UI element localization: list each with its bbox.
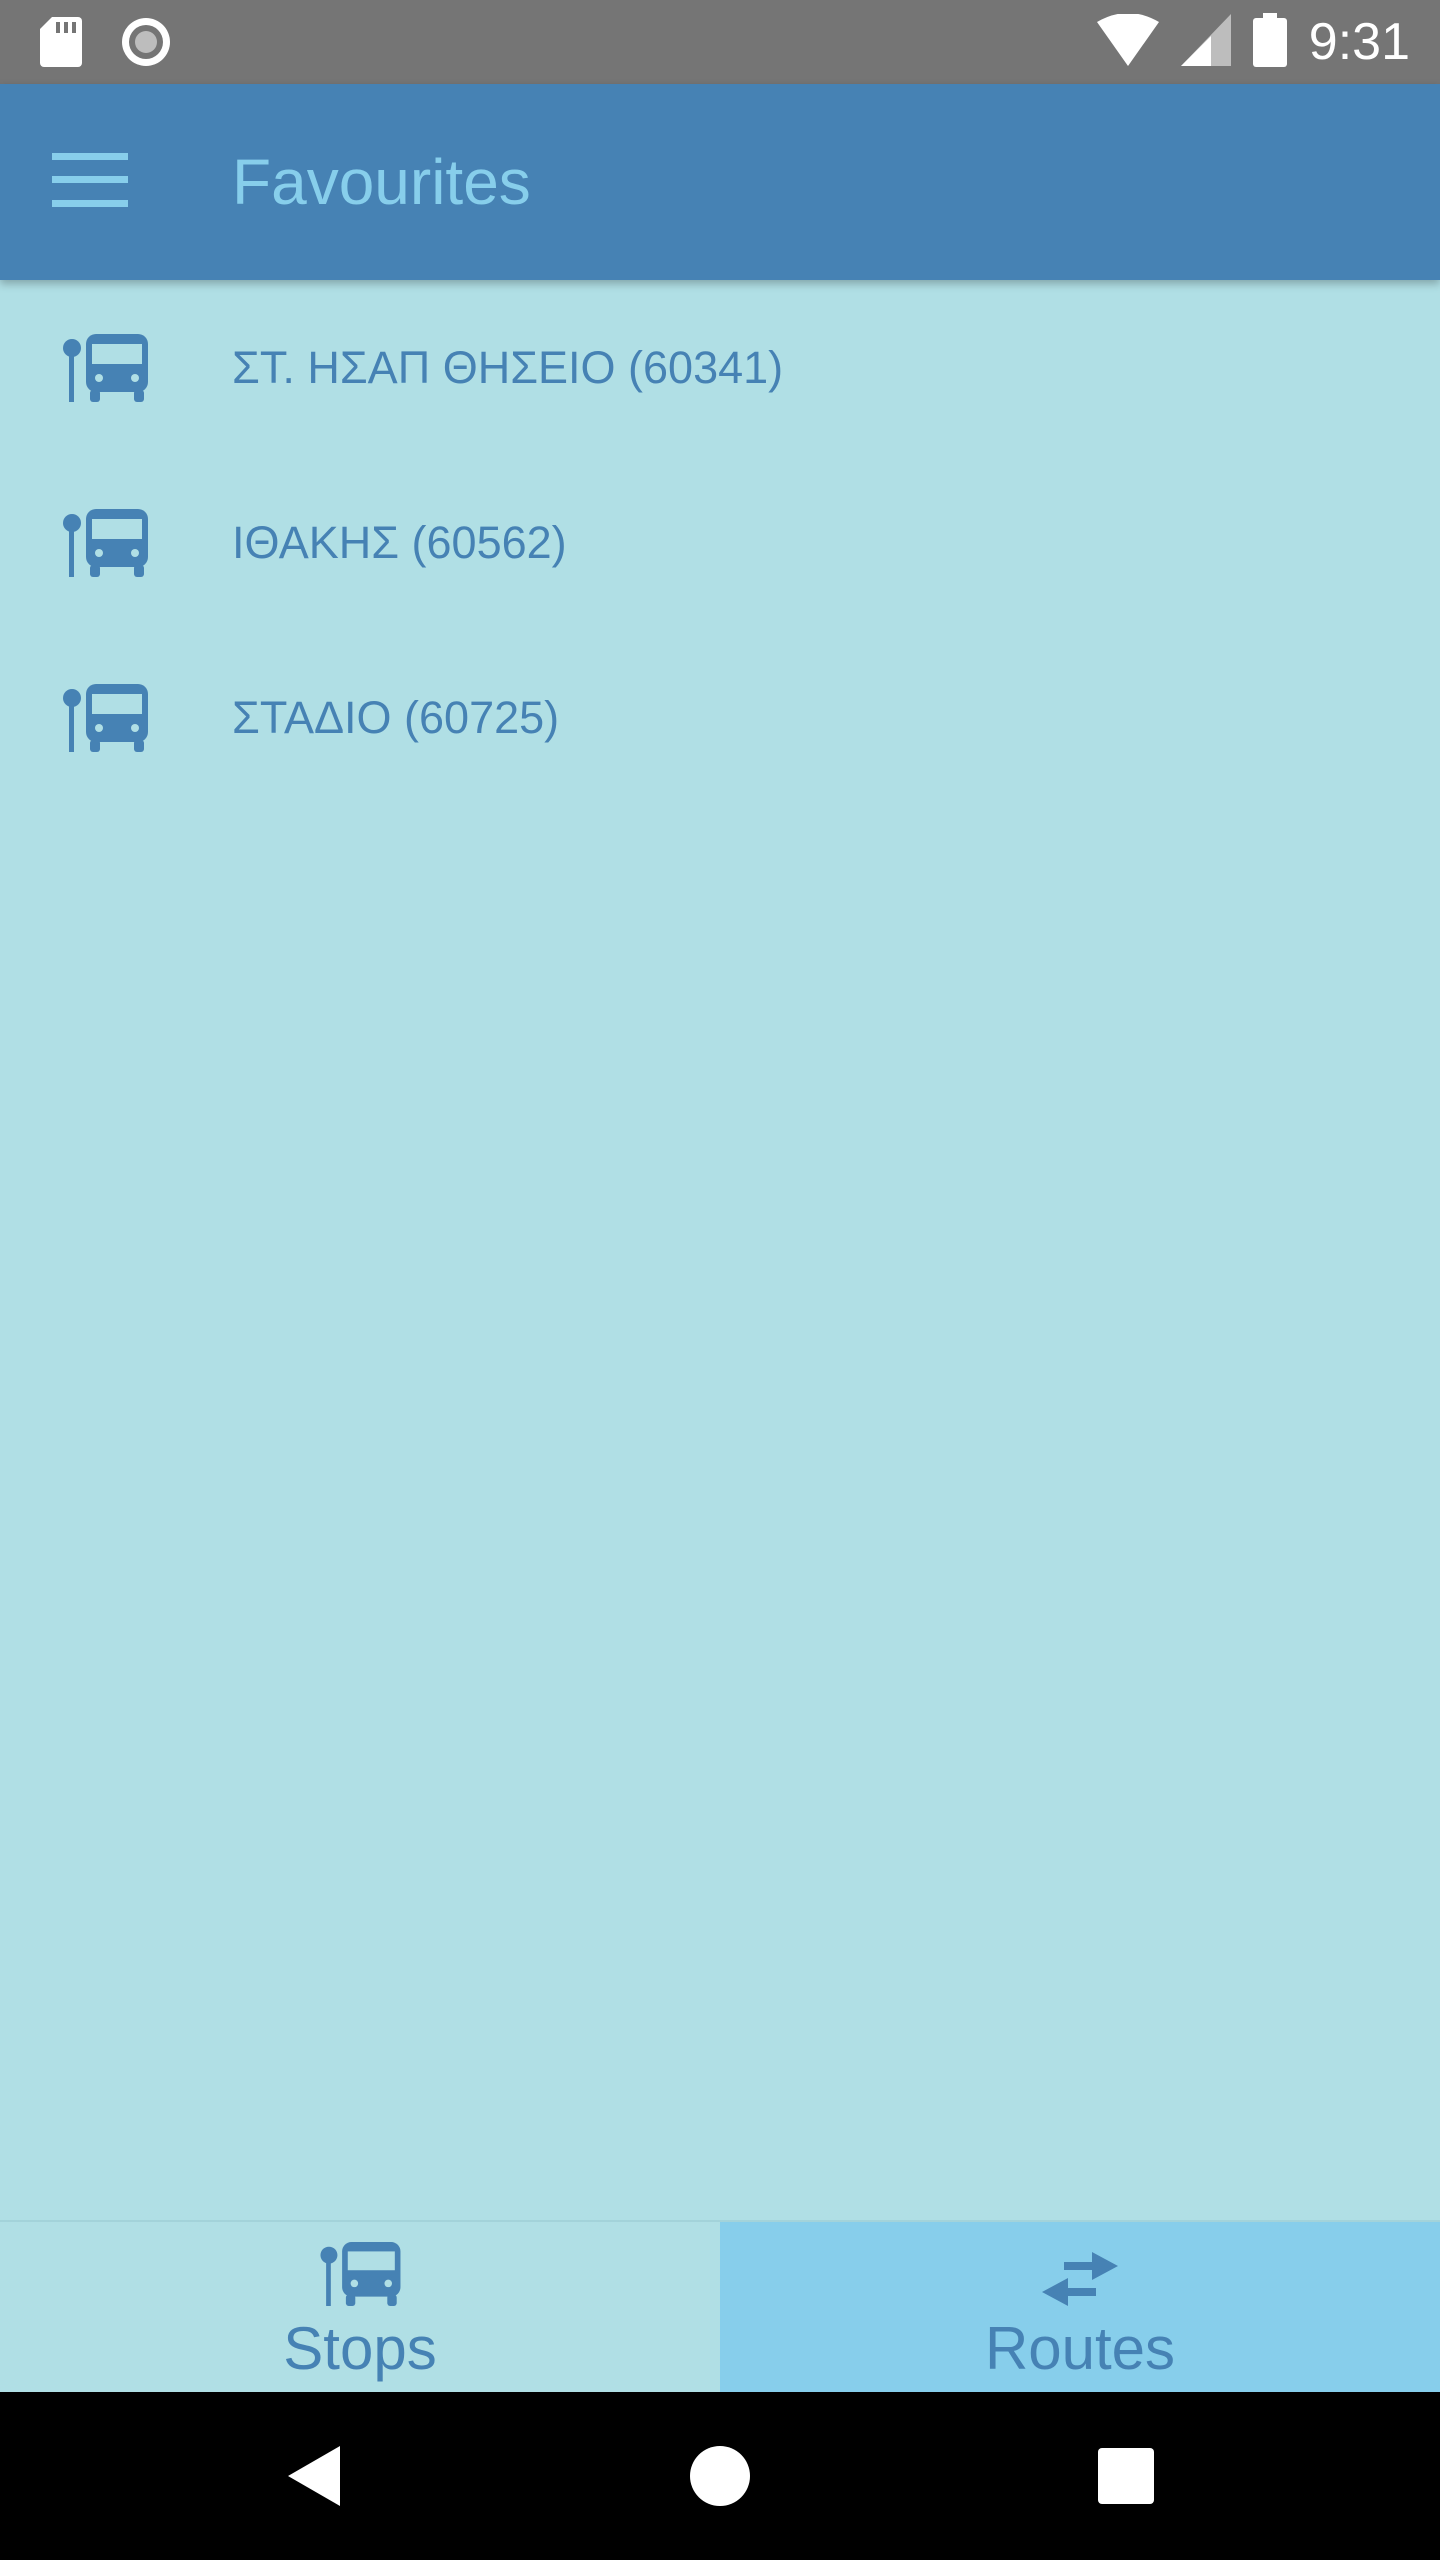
- back-icon[interactable]: [276, 2436, 356, 2516]
- signal-icon: [1180, 13, 1231, 71]
- swap-arrows-icon: [1042, 2252, 1118, 2311]
- stop-name: ΙΘΑΚΗΣ (60562): [232, 517, 567, 568]
- bus-stop-icon: [62, 334, 148, 402]
- list-item[interactable]: ΣΤΑΔΙΟ (60725): [0, 630, 1440, 805]
- status-time: 9:31: [1308, 13, 1410, 71]
- stop-name: ΣΤ. ΗΣΑΠ ΘΗΣΕΙΟ (60341): [232, 342, 784, 393]
- system-navigation-bar: [0, 2392, 1440, 2560]
- wifi-icon: [1096, 12, 1159, 71]
- stop-name: ΣΤΑΔΙΟ (60725): [232, 692, 560, 743]
- tab-stops-label: Stops: [283, 2315, 437, 2382]
- status-bar-left: [40, 16, 172, 73]
- status-bar-right: 9:31: [1096, 12, 1410, 72]
- bottom-navigation: Stops Routes: [0, 2220, 1440, 2394]
- tab-routes-label: Routes: [984, 2315, 1176, 2382]
- tab-routes[interactable]: Routes: [720, 2222, 1440, 2394]
- bus-stop-icon: [62, 509, 148, 577]
- bus-stop-icon: [62, 684, 148, 752]
- tab-stops[interactable]: Stops: [0, 2222, 720, 2394]
- list-item[interactable]: ΙΘΑΚΗΣ (60562): [0, 455, 1440, 630]
- favourites-screen: 9:31 Favourites ΣΤ. ΗΣΑΠ ΘΗΣΕΙΟ (60341) …: [0, 0, 1440, 2560]
- menu-icon[interactable]: [52, 152, 128, 212]
- menu-button[interactable]: [52, 142, 172, 222]
- favourites-list: ΣΤ. ΗΣΑΠ ΘΗΣΕΙΟ (60341) ΙΘΑΚΗΣ (60562) Σ…: [0, 280, 1440, 805]
- battery-icon: [1252, 12, 1287, 72]
- list-item[interactable]: ΣΤ. ΗΣΑΠ ΘΗΣΕΙΟ (60341): [0, 280, 1440, 455]
- status-bar: 9:31: [0, 0, 1440, 84]
- app-bar: Favourites: [0, 84, 1440, 280]
- record-icon: [120, 16, 172, 73]
- home-icon[interactable]: [680, 2436, 760, 2516]
- recents-icon[interactable]: [1086, 2436, 1166, 2516]
- sd-card-icon: [40, 17, 82, 72]
- bus-stop-icon: [319, 2242, 401, 2311]
- page-title: Favourites: [232, 146, 531, 218]
